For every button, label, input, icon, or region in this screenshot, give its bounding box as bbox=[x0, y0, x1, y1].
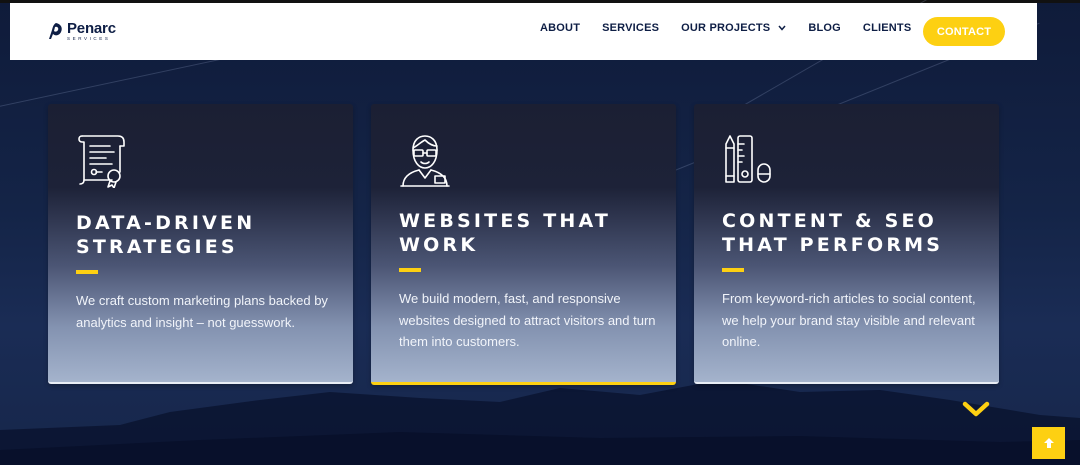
card-description: We craft custom marketing plans backed b… bbox=[76, 293, 328, 330]
design-tools-icon bbox=[725, 135, 771, 183]
brand-logo[interactable]: Penarc SERVICES bbox=[48, 21, 116, 42]
chevron-down-icon bbox=[778, 25, 786, 31]
logo-name: Penarc bbox=[67, 20, 116, 37]
site-header: Penarc SERVICES ABOUT SERVICES OUR PROJE… bbox=[10, 3, 1037, 60]
developer-icon bbox=[400, 135, 450, 187]
arrow-up-icon bbox=[1043, 438, 1054, 448]
card-title: WEBSITES THAT WORK bbox=[399, 210, 612, 256]
nav-about[interactable]: ABOUT bbox=[540, 22, 580, 34]
card-description: From keyword-rich articles to social con… bbox=[722, 291, 976, 349]
chevron-down-icon[interactable] bbox=[962, 400, 990, 420]
certificate-icon bbox=[78, 135, 125, 188]
card-accent-bar bbox=[76, 270, 98, 274]
logo-mark-icon bbox=[49, 23, 62, 40]
card-title: CONTENT & SEO THAT PERFORMS bbox=[722, 210, 944, 256]
service-card-strategies[interactable]: DATA-DRIVEN STRATEGIES We craft custom m… bbox=[48, 104, 353, 384]
service-card-content-seo[interactable]: CONTENT & SEO THAT PERFORMS From keyword… bbox=[694, 104, 999, 384]
contact-button[interactable]: CONTACT bbox=[923, 17, 1005, 46]
nav-services[interactable]: SERVICES bbox=[602, 22, 659, 34]
logo-tagline: SERVICES bbox=[67, 36, 111, 41]
nav-our-projects[interactable]: OUR PROJECTS bbox=[681, 22, 786, 34]
back-to-top-button[interactable] bbox=[1032, 427, 1065, 459]
card-title: DATA-DRIVEN STRATEGIES bbox=[76, 212, 256, 258]
nav-blog[interactable]: BLOG bbox=[808, 22, 841, 34]
service-card-websites[interactable]: WEBSITES THAT WORK We build modern, fast… bbox=[371, 104, 676, 385]
card-description: We build modern, fast, and responsive we… bbox=[399, 291, 656, 349]
card-accent-bar bbox=[722, 268, 744, 272]
card-accent-bar bbox=[399, 268, 421, 272]
nav-clients[interactable]: CLIENTS bbox=[863, 22, 911, 34]
main-nav: ABOUT SERVICES OUR PROJECTS BLOG CLIENTS bbox=[540, 22, 933, 34]
nav-our-projects-label: OUR PROJECTS bbox=[681, 22, 771, 34]
